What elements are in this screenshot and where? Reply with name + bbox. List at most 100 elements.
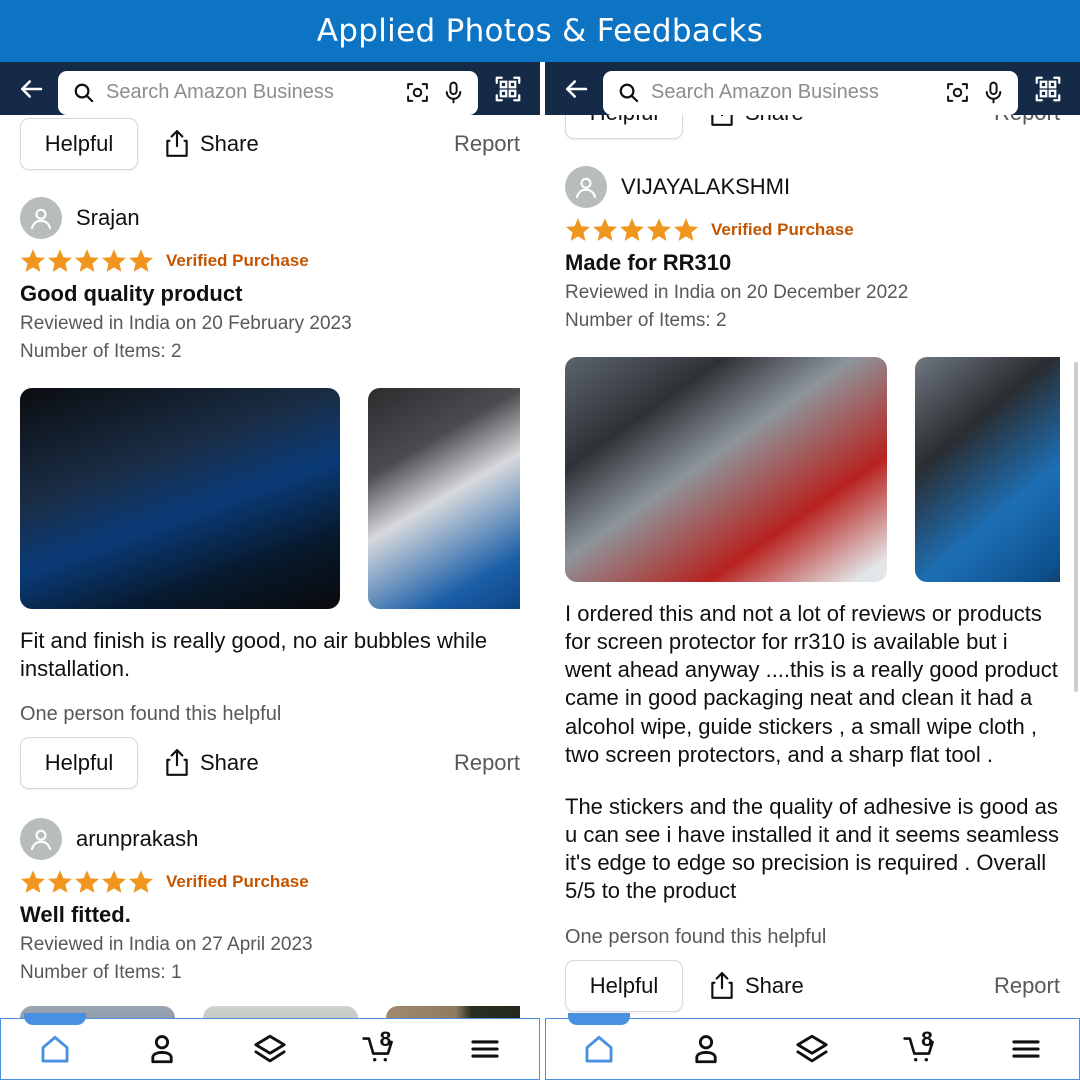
vertical-scrollbar[interactable] bbox=[1074, 362, 1078, 692]
star-icon bbox=[102, 870, 126, 894]
share-icon bbox=[164, 129, 190, 159]
avatar bbox=[20, 818, 62, 861]
reviewer-row[interactable]: Srajan bbox=[20, 197, 520, 239]
star-icon bbox=[21, 249, 45, 272]
share-button[interactable]: Share bbox=[164, 129, 259, 159]
search-icon bbox=[72, 81, 95, 104]
star-icon bbox=[647, 218, 671, 241]
star-rating bbox=[20, 869, 154, 895]
share-label: Share bbox=[745, 972, 804, 998]
star-icon bbox=[102, 249, 126, 272]
page-title: Applied Photos & Feedbacks bbox=[316, 13, 764, 49]
left-review-list: Helpful Share Report Srajan Verified Pur… bbox=[0, 115, 540, 1080]
star-icon bbox=[48, 870, 72, 894]
review-paragraph: I ordered this and not a lot of reviews … bbox=[565, 601, 1058, 767]
star-icon bbox=[566, 218, 590, 241]
qr-scan-icon bbox=[495, 76, 521, 101]
nav-tab-menu[interactable] bbox=[431, 1019, 539, 1079]
search-bar[interactable]: Search Amazon Business bbox=[603, 70, 1018, 115]
page-banner: Applied Photos & Feedbacks bbox=[0, 0, 1080, 62]
review-photo[interactable] bbox=[565, 357, 887, 582]
star-icon bbox=[593, 218, 617, 241]
bottom-navigation-bar: 8 bbox=[545, 1013, 1080, 1080]
search-icon bbox=[617, 81, 640, 104]
star-icon bbox=[674, 218, 698, 241]
helpful-button[interactable]: Helpful bbox=[20, 118, 138, 170]
star-icon bbox=[129, 870, 153, 894]
review-item-count: Number of Items: 2 bbox=[20, 341, 182, 362]
reviewer-row[interactable]: arunprakash bbox=[20, 818, 520, 861]
camera-lens-icon[interactable] bbox=[942, 78, 972, 108]
nav-tab-cart[interactable]: 8 bbox=[324, 1019, 432, 1079]
back-button[interactable] bbox=[555, 68, 597, 110]
share-button[interactable]: Share bbox=[164, 748, 259, 778]
helpful-count: One person found this helpful bbox=[20, 703, 282, 726]
review-date: Reviewed in India on 20 February 2023 bbox=[20, 313, 352, 334]
review-item-count: Number of Items: 1 bbox=[20, 962, 182, 984]
avatar bbox=[20, 197, 62, 239]
review-photo-strip bbox=[20, 388, 520, 609]
reviewer-name: Srajan bbox=[76, 205, 140, 230]
person-icon bbox=[151, 1035, 174, 1064]
share-button[interactable]: Share bbox=[709, 971, 804, 1001]
active-tab-indicator bbox=[568, 1013, 631, 1025]
nav-tab-home[interactable] bbox=[1, 1013, 109, 1079]
right-review-list: Helpful Share Report bbox=[545, 84, 1080, 1017]
verified-purchase-badge: Verified Purchase bbox=[166, 872, 309, 892]
qr-scan-button[interactable] bbox=[486, 67, 530, 111]
microphone-icon[interactable] bbox=[978, 78, 1008, 108]
helpful-count: One person found this helpful bbox=[565, 925, 827, 948]
review-photo-strip bbox=[565, 357, 1060, 582]
star-icon bbox=[620, 218, 644, 241]
review-photo[interactable] bbox=[368, 388, 520, 609]
rating-row: Verified Purchase bbox=[565, 217, 1060, 243]
reviewer-row[interactable]: VIJAYALAKSHMI bbox=[565, 166, 1060, 208]
review-title: Good quality product bbox=[20, 281, 243, 306]
review-paragraph: The stickers and the quality of adhesive… bbox=[565, 793, 1060, 904]
report-link[interactable]: Report bbox=[454, 131, 520, 157]
report-link[interactable]: Report bbox=[454, 750, 520, 776]
nav-tab-account[interactable] bbox=[109, 1019, 217, 1079]
helpful-button[interactable]: Helpful bbox=[20, 737, 138, 790]
share-icon bbox=[164, 748, 190, 778]
camera-lens-icon[interactable] bbox=[402, 78, 432, 108]
review-title: Well fitted. bbox=[20, 902, 131, 928]
app-search-header: Search Amazon Business bbox=[545, 62, 1080, 115]
review-photo[interactable] bbox=[20, 388, 340, 609]
helpful-button[interactable]: Helpful bbox=[565, 959, 683, 1012]
search-input[interactable]: Search Amazon Business bbox=[106, 81, 396, 104]
review-body: I ordered this and not a lot of reviews … bbox=[565, 600, 1060, 906]
search-input[interactable]: Search Amazon Business bbox=[651, 81, 936, 104]
person-icon bbox=[695, 1035, 717, 1064]
back-button[interactable] bbox=[10, 68, 52, 110]
share-icon bbox=[709, 971, 735, 1001]
nav-tab-orders[interactable] bbox=[216, 1019, 324, 1079]
nav-tab-account[interactable] bbox=[653, 1019, 760, 1079]
review-photo[interactable] bbox=[915, 357, 1060, 582]
review-actions: Helpful Share Report bbox=[565, 955, 1060, 1017]
nav-tab-menu[interactable] bbox=[972, 1019, 1079, 1079]
review-date: Reviewed in India on 20 December 2022 bbox=[565, 282, 909, 303]
rating-row: Verified Purchase bbox=[20, 869, 520, 895]
bottom-navigation-bar: 8 bbox=[0, 1013, 540, 1080]
back-arrow-icon bbox=[566, 79, 588, 98]
avatar bbox=[565, 166, 607, 208]
search-bar[interactable]: Search Amazon Business bbox=[58, 70, 478, 115]
star-icon bbox=[21, 870, 45, 894]
star-rating bbox=[565, 217, 699, 243]
report-link[interactable]: Report bbox=[994, 973, 1060, 999]
qr-scan-button[interactable] bbox=[1026, 67, 1070, 111]
screen-root: Applied Photos & Feedbacks Helpful Share… bbox=[0, 0, 1080, 1080]
nav-tab-home[interactable] bbox=[546, 1013, 653, 1079]
star-rating bbox=[20, 248, 154, 274]
star-icon bbox=[75, 870, 99, 894]
nav-tab-cart[interactable]: 8 bbox=[866, 1019, 973, 1079]
review-title: Made for RR310 bbox=[565, 250, 732, 275]
qr-scan-icon bbox=[1035, 76, 1061, 101]
microphone-icon[interactable] bbox=[438, 78, 468, 108]
cart-badge-count: 8 bbox=[921, 1028, 933, 1051]
reviewer-name: VIJAYALAKSHMI bbox=[621, 174, 791, 199]
left-screenshot-panel: Helpful Share Report Srajan Verified Pur… bbox=[0, 62, 540, 1080]
hamburger-menu-icon bbox=[471, 1040, 499, 1058]
nav-tab-orders[interactable] bbox=[759, 1019, 866, 1079]
